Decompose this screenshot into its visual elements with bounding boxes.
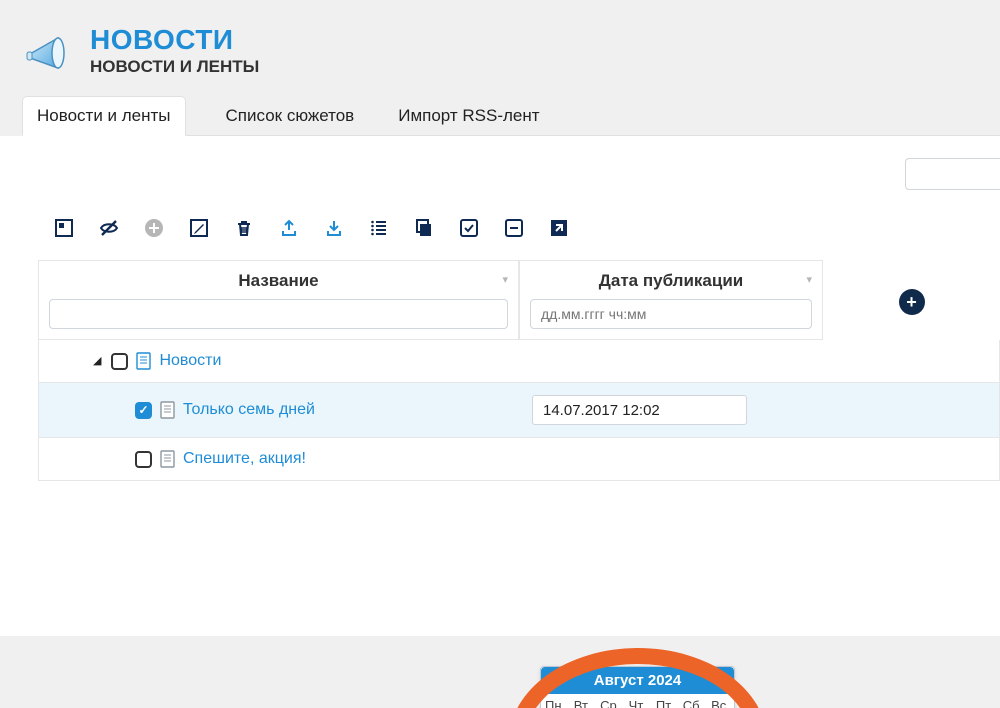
row-checkbox[interactable] [135, 402, 152, 419]
delete-icon[interactable] [234, 218, 254, 238]
tab-news-feeds[interactable]: Новости и ленты [22, 96, 186, 136]
page-subtitle: НОВОСТИ И ЛЕНТЫ [90, 57, 259, 77]
datepicker-next-month[interactable] [715, 675, 727, 687]
page-title: НОВОСТИ [90, 25, 259, 54]
tree-row[interactable]: Только семь дней [39, 383, 520, 437]
row-title-link[interactable]: Только семь дней [183, 401, 315, 419]
row-date-cell [520, 340, 824, 382]
datepicker-prev-month[interactable] [548, 675, 560, 687]
row-date-cell [520, 438, 824, 480]
row-checkbox[interactable] [135, 451, 152, 468]
import-icon[interactable] [324, 218, 344, 238]
tab-strip: Новости и ленты Список сюжетов Импорт RS… [22, 96, 1000, 136]
filter-name-input[interactable] [49, 299, 508, 329]
edit-icon[interactable] [189, 218, 209, 238]
megaphone-icon [22, 24, 76, 78]
datepicker-weekday: Вс [706, 694, 734, 708]
document-icon [136, 352, 151, 370]
tab-import-rss[interactable]: Импорт RSS-лент [394, 97, 543, 135]
row-title-link[interactable]: Спешите, акция! [183, 450, 306, 468]
check-icon[interactable] [459, 218, 479, 238]
row-checkbox[interactable] [111, 353, 128, 370]
row-title-link[interactable]: Новости [159, 352, 221, 370]
date-picker: Август 2024 ПнВтСрЧтПтСбВс 1234567891011… [540, 666, 735, 708]
search-input[interactable] [905, 158, 1000, 190]
datepicker-month-label: Август 2024 [594, 672, 682, 689]
document-icon [160, 450, 175, 468]
column-header-name[interactable]: Название ▾ [38, 260, 519, 340]
copy-icon[interactable] [414, 218, 434, 238]
tree-collapse-icon[interactable]: ◢ [93, 354, 101, 367]
row-date-cell [520, 383, 824, 437]
add-column-button[interactable]: + [899, 289, 925, 315]
tab-stories-list[interactable]: Список сюжетов [222, 97, 359, 135]
datepicker-weekday: Пн [541, 694, 569, 708]
datepicker-weekday: Вт [569, 694, 597, 708]
tree-row[interactable]: ◢ Новости [39, 340, 520, 382]
column-header-date[interactable]: Дата публикации ▾ [519, 260, 823, 340]
tree-row[interactable]: Спешите, акция! [39, 438, 520, 480]
export-icon[interactable] [279, 218, 299, 238]
datepicker-weekday: Чт [624, 694, 652, 708]
open-in-window-icon[interactable] [54, 218, 74, 238]
datepicker-weekday: Ср [596, 694, 624, 708]
toolbar [0, 208, 1000, 260]
datepicker-weekday: Сб [679, 694, 707, 708]
publication-date-input[interactable] [532, 395, 747, 425]
visibility-off-icon[interactable] [99, 218, 119, 238]
collapse-icon[interactable] [504, 218, 524, 238]
add-icon[interactable] [144, 218, 164, 238]
sort-caret-icon: ▾ [806, 273, 812, 286]
expand-window-icon[interactable] [549, 218, 569, 238]
sort-caret-icon: ▾ [502, 273, 508, 286]
list-icon[interactable] [369, 218, 389, 238]
document-icon [160, 401, 175, 419]
datepicker-weekday: Пт [651, 694, 679, 708]
filter-date-input[interactable] [530, 299, 812, 329]
